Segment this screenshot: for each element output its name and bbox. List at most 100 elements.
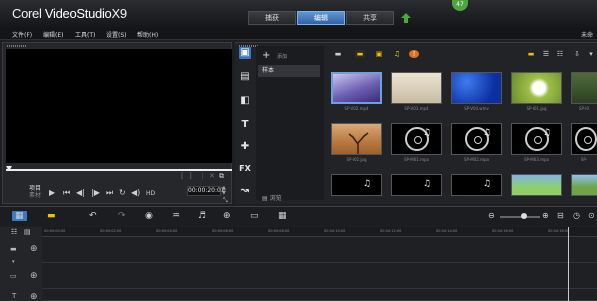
track-manager-icon[interactable]: ☷ (11, 228, 17, 236)
filter-icon[interactable]: FX (239, 163, 251, 175)
home-icon[interactable]: ⏮ (63, 188, 70, 198)
redo-icon[interactable]: ↷ (118, 211, 126, 221)
mode-clip[interactable]: 素材 (29, 192, 41, 199)
add-folder-label[interactable]: 添加 (277, 53, 287, 60)
sort-icon[interactable]: ⇩ (572, 50, 582, 58)
mode-project[interactable]: 项目 (29, 185, 41, 192)
menu-tools[interactable]: 工具(T) (75, 30, 95, 39)
media-thumb-audio[interactable] (571, 123, 597, 155)
media-thumb-video[interactable] (451, 72, 502, 104)
cut-icon[interactable]: ✕ (209, 172, 215, 180)
tab-edit[interactable]: 编辑 (297, 11, 345, 25)
notification-badge[interactable]: 47 (452, 0, 468, 11)
media-thumb-audio[interactable]: ♫ (331, 174, 382, 196)
transition-icon[interactable]: ◧ (239, 95, 251, 107)
upgrade-arrow-icon[interactable] (401, 13, 411, 23)
graphic-icon[interactable]: ✚ (239, 141, 251, 153)
media-thumb-image[interactable] (571, 174, 597, 196)
mark-in-icon[interactable]: [ (181, 172, 184, 180)
track-visibility-icon[interactable]: ⊕ (30, 271, 38, 281)
repeat-icon[interactable]: ↻ (119, 188, 126, 197)
media-icon[interactable]: ▣ (239, 47, 251, 59)
timeline-ruler[interactable]: 00:00:00:00 00:00:02:00 00:00:04:00 00:0… (42, 227, 597, 237)
menu-file[interactable]: 文件(F) (12, 30, 32, 39)
media-thumb-image[interactable] (571, 72, 597, 104)
mark-out-icon[interactable]: ] (189, 172, 192, 180)
play-icon[interactable]: ▶ (49, 188, 55, 197)
audio-mixer-icon[interactable]: ♒ (172, 211, 180, 221)
timecode-spinner[interactable]: ▲ ▼ (222, 186, 226, 196)
media-thumb-audio[interactable]: ♫ (391, 174, 442, 196)
path-icon[interactable]: ↝ (239, 185, 251, 197)
thumbnail-view-icon[interactable]: ▬ (526, 50, 536, 58)
menu-edit[interactable]: 编辑(E) (43, 30, 63, 39)
tab-share[interactable]: 共享 (346, 11, 394, 25)
scrub-bar[interactable] (6, 169, 232, 171)
undo-icon[interactable]: ↶ (89, 211, 97, 221)
copy-icon[interactable]: ⧉ (219, 172, 224, 181)
folder-icon[interactable]: ▬ (333, 50, 343, 58)
add-folder-icon[interactable]: + (262, 50, 270, 61)
import-icon[interactable]: ! (409, 50, 419, 58)
folder-sample[interactable]: 样本 (258, 65, 320, 77)
media-thumb-image[interactable] (511, 72, 562, 104)
fit-project-icon[interactable]: ⊟ (557, 211, 564, 220)
title-track[interactable] (42, 290, 597, 301)
overlay-track[interactable] (42, 264, 597, 289)
track-visibility-icon[interactable]: ⊕ (30, 292, 38, 301)
panel-grip[interactable] (7, 45, 27, 47)
project-clip-mode[interactable]: 项目 素材 (29, 185, 41, 199)
timeline-playhead[interactable] (568, 227, 569, 301)
scrub-handle[interactable] (6, 166, 12, 171)
track-visibility-icon[interactable]: ⊕ (30, 244, 38, 254)
next-frame-icon[interactable]: |▶ (91, 188, 100, 197)
split-icon[interactable]: ⋮ (199, 172, 206, 180)
browse-button[interactable]: ▤ 浏览 (262, 193, 282, 202)
music-note-icon: ♫ (542, 128, 551, 138)
ruler-tick: 00:00:12:00 (380, 229, 402, 233)
browse-icon: ▤ (262, 195, 268, 202)
options-icon[interactable]: ▾ (586, 50, 596, 58)
media-thumb-audio[interactable]: ♫ (451, 123, 502, 155)
subtitle-editor-icon[interactable]: ▭ (250, 211, 259, 221)
tab-capture[interactable]: 捕获 (248, 11, 296, 25)
show-audio-icon[interactable]: ♫ (392, 50, 402, 58)
instant-project-icon[interactable]: ▤ (239, 71, 251, 83)
menu-help[interactable]: 帮助(H) (137, 30, 158, 39)
zoom-out-icon[interactable]: ⊖ (488, 211, 495, 220)
record-capture-icon[interactable]: ◉ (145, 211, 153, 221)
menu-settings[interactable]: 设置(S) (106, 30, 127, 39)
hd-toggle[interactable]: HD (146, 190, 155, 197)
add-chapter-icon[interactable]: ▤ (24, 228, 31, 236)
multi-camera-icon[interactable]: ▦ (278, 211, 287, 221)
list-view-icon[interactable]: ☰ (541, 50, 551, 58)
auto-music-icon[interactable]: ♬ (198, 211, 206, 221)
title-icon[interactable]: T (239, 119, 251, 131)
media-thumb-image[interactable] (331, 123, 382, 155)
zoom-slider[interactable] (500, 216, 540, 218)
timeline-view-icon[interactable]: ▬ (47, 211, 56, 221)
show-photo-icon[interactable]: ▣ (374, 50, 384, 58)
more-icon[interactable]: ⊙ (588, 211, 595, 220)
media-thumb-video[interactable] (331, 72, 382, 104)
storyboard-view-icon[interactable]: ▦ (12, 211, 27, 221)
media-thumb-video[interactable] (391, 72, 442, 104)
timecode-display[interactable]: 00:00:20:01 (187, 186, 225, 196)
zoom-slider-handle[interactable] (521, 213, 527, 219)
media-thumb-image[interactable] (511, 174, 562, 196)
end-icon[interactable]: ⏭ (106, 188, 113, 198)
volume-icon[interactable]: ◀) (131, 188, 140, 197)
show-video-icon[interactable]: ▬ (355, 50, 365, 58)
enlarge-icon[interactable]: ⤡ (223, 197, 228, 205)
media-thumb-audio[interactable]: ♫ (511, 123, 562, 155)
video-track[interactable] (42, 238, 597, 263)
media-thumb-audio[interactable]: ♫ (451, 174, 502, 196)
details-view-icon[interactable]: ☷ (555, 50, 565, 58)
media-thumb-audio[interactable]: ♫ (391, 123, 442, 155)
motion-tracking-icon[interactable]: ⊕ (223, 211, 231, 221)
zoom-in-icon[interactable]: ⊕ (542, 211, 549, 220)
media-caption: SP-V04.wmv (464, 106, 489, 111)
track-options-icon[interactable]: ▾ (12, 259, 15, 265)
project-duration-icon[interactable]: ◷ (573, 211, 580, 220)
prev-frame-icon[interactable]: ◀| (76, 188, 85, 197)
